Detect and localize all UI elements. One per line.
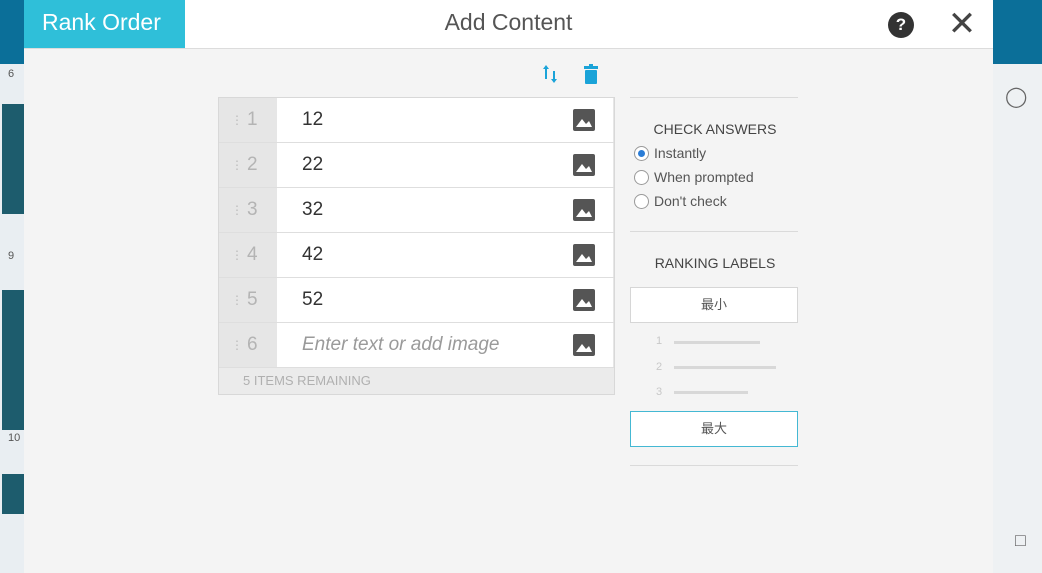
- rank-preview-number: 3: [656, 386, 663, 398]
- add-image-icon[interactable]: [573, 244, 595, 266]
- add-content-modal: Rank Order Add Content ? ✕ ⋮ 1 12 ⋮ 2 22: [24, 0, 993, 573]
- radio-label[interactable]: When prompted: [654, 168, 754, 186]
- item-text[interactable]: 22: [302, 143, 323, 187]
- list-item[interactable]: ⋮ 6 Enter text or add image: [219, 323, 614, 368]
- divider: [630, 465, 798, 466]
- item-text[interactable]: 42: [302, 233, 323, 277]
- trash-icon[interactable]: [583, 64, 599, 84]
- item-text-field[interactable]: 22: [277, 143, 613, 187]
- item-index: 2: [247, 154, 258, 175]
- ranking-labels-title: RANKING LABELS: [654, 255, 776, 271]
- slide-thumbnail: [2, 474, 24, 514]
- item-index: 4: [247, 244, 258, 265]
- item-text-field[interactable]: 12: [277, 98, 613, 142]
- slide-number: 9: [8, 250, 15, 262]
- new-item-input[interactable]: Enter text or add image: [277, 323, 613, 367]
- radio-label[interactable]: Instantly: [654, 144, 706, 162]
- list-item[interactable]: ⋮ 5 52: [219, 278, 614, 323]
- modal-header: Rank Order Add Content ? ✕: [24, 0, 993, 49]
- add-image-icon[interactable]: [573, 109, 595, 131]
- divider: [630, 231, 798, 232]
- min-label-input[interactable]: 最小: [630, 287, 798, 323]
- item-text[interactable]: 52: [302, 278, 323, 322]
- list-item[interactable]: ⋮ 1 12: [219, 98, 614, 143]
- add-image-icon[interactable]: [573, 289, 595, 311]
- rank-item-list: ⋮ 1 12 ⋮ 2 22 ⋮ 3 32 ⋮ 4 42 ⋮ 5 52 ⋮ 6 E…: [218, 97, 615, 395]
- item-text-field[interactable]: 52: [277, 278, 613, 322]
- divider: [630, 97, 798, 98]
- item-index: 1: [247, 109, 258, 130]
- slide-thumbnail: [2, 290, 24, 430]
- item-text-field[interactable]: 32: [277, 188, 613, 232]
- slide-number: 10: [8, 432, 21, 444]
- list-item[interactable]: ⋮ 2 22: [219, 143, 614, 188]
- check-answers-title: CHECK ANSWERS: [653, 121, 777, 137]
- radio-label[interactable]: Don't check: [654, 192, 727, 210]
- item-index: 6: [247, 334, 258, 355]
- rank-preview-line: [674, 341, 760, 344]
- item-index: 5: [247, 289, 258, 310]
- background-side-toolbar: ◯ □: [993, 64, 1042, 573]
- item-text-field[interactable]: 42: [277, 233, 613, 277]
- close-icon[interactable]: ✕: [946, 6, 978, 42]
- add-image-icon[interactable]: [573, 334, 595, 356]
- rank-preview-line: [674, 391, 748, 394]
- list-item[interactable]: ⋮ 4 42: [219, 233, 614, 278]
- background-slide-strip: 6 9 10: [0, 64, 24, 573]
- rank-order-tab[interactable]: Rank Order: [24, 0, 185, 48]
- feedback-icon: □: [1015, 530, 1026, 550]
- slide-number: 6: [8, 68, 15, 80]
- rank-preview-number: 2: [656, 361, 663, 373]
- item-text[interactable]: 12: [302, 98, 323, 142]
- new-item-placeholder[interactable]: Enter text or add image: [302, 323, 500, 367]
- lightbulb-icon: ◯: [1005, 86, 1028, 108]
- list-item[interactable]: ⋮ 3 32: [219, 188, 614, 233]
- radio-button[interactable]: [634, 170, 649, 185]
- item-text[interactable]: 32: [302, 188, 323, 232]
- items-remaining-text: 5 ITEMS REMAINING: [219, 368, 614, 394]
- rank-preview-number: 1: [656, 335, 663, 347]
- slide-thumbnail: [2, 104, 24, 214]
- item-index: 3: [247, 199, 258, 220]
- add-image-icon[interactable]: [573, 154, 595, 176]
- rank-preview-line: [674, 366, 776, 369]
- radio-button[interactable]: [634, 194, 649, 209]
- max-label-input[interactable]: 最大: [630, 411, 798, 447]
- add-image-icon[interactable]: [573, 199, 595, 221]
- sort-arrows-icon[interactable]: [542, 62, 558, 86]
- radio-button[interactable]: [634, 146, 649, 161]
- help-icon[interactable]: ?: [888, 12, 914, 38]
